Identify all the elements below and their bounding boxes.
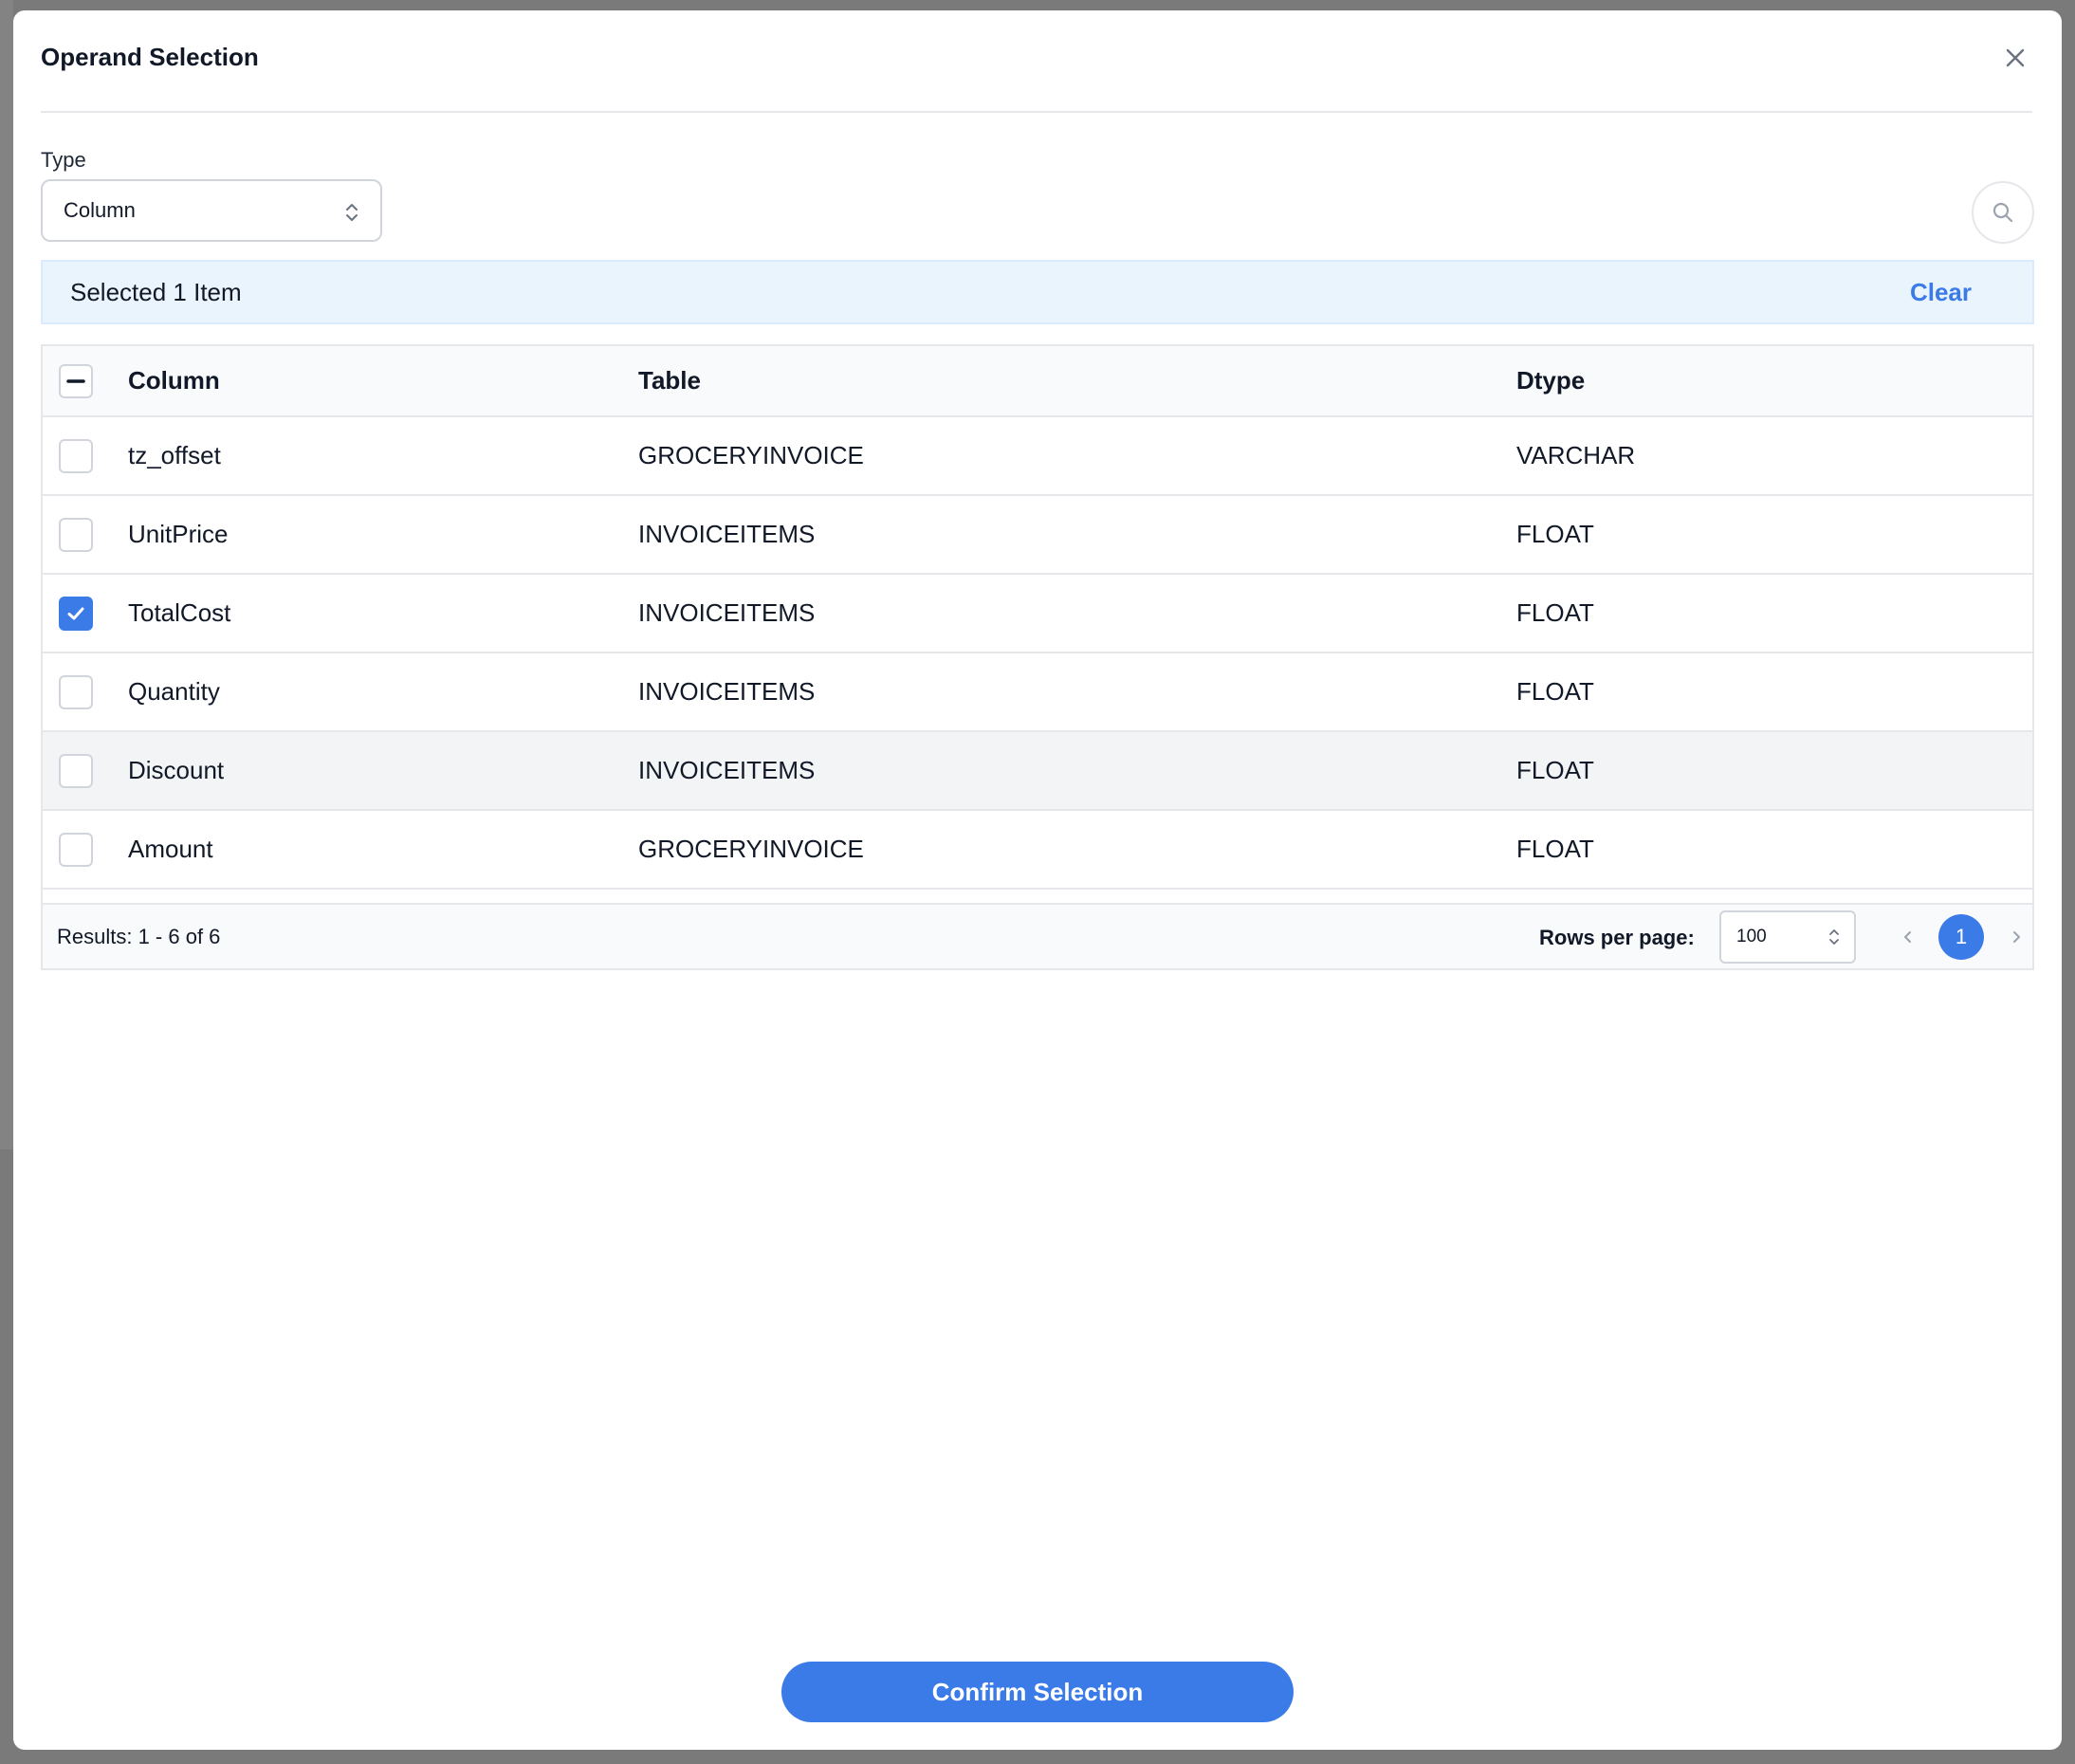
columns-table: Column Table Dtype tz_offset GROCERYINVO… <box>41 344 2034 970</box>
table-header-row: Column Table Dtype <box>43 346 2032 417</box>
table-row[interactable]: UnitPrice INVOICEITEMS FLOAT <box>43 495 2032 574</box>
clear-button[interactable]: Clear <box>1910 278 1972 307</box>
minus-icon <box>66 378 85 383</box>
cell-column: TotalCost <box>128 598 231 627</box>
table-row[interactable]: Amount GROCERYINVOICE FLOAT <box>43 810 2032 889</box>
cell-table: GROCERYINVOICE <box>638 835 864 863</box>
cell-column: UnitPrice <box>128 520 229 548</box>
cell-dtype: FLOAT <box>1516 756 1594 784</box>
chevron-left-icon <box>1904 931 1911 943</box>
cell-dtype: FLOAT <box>1516 520 1594 548</box>
row-checkbox[interactable] <box>59 832 93 867</box>
row-checkbox[interactable] <box>59 674 93 709</box>
table-row[interactable]: Discount INVOICEITEMS FLOAT <box>43 731 2032 810</box>
close-button[interactable] <box>1998 41 2032 75</box>
cell-dtype: FLOAT <box>1516 677 1594 706</box>
cell-column: Quantity <box>128 677 220 706</box>
chevron-right-icon <box>2013 931 2020 943</box>
search-button[interactable] <box>1972 181 2034 244</box>
cell-table: GROCERYINVOICE <box>638 441 864 469</box>
cell-dtype: FLOAT <box>1516 835 1594 863</box>
cell-table: INVOICEITEMS <box>638 677 816 706</box>
check-icon <box>67 607 84 619</box>
results-count: Results: 1 - 6 of 6 <box>57 924 221 948</box>
cell-column: tz_offset <box>128 441 221 469</box>
type-label: Type <box>41 148 86 172</box>
rows-per-page-select[interactable]: 100 <box>1719 910 1856 964</box>
background-strip <box>0 0 13 1149</box>
header-dtype[interactable]: Dtype <box>1516 346 2032 417</box>
rows-per-page-label: Rows per page: <box>1539 926 1695 949</box>
page-button-1[interactable]: 1 <box>1938 914 1984 960</box>
table-row[interactable]: Quantity INVOICEITEMS FLOAT <box>43 652 2032 731</box>
pagination-bar: Results: 1 - 6 of 6 Rows per page: 100 1 <box>41 903 2034 970</box>
table-row[interactable]: tz_offset GROCERYINVOICE VARCHAR <box>43 416 2032 495</box>
close-icon <box>2006 48 2025 67</box>
previous-page-button[interactable] <box>1885 914 1931 960</box>
table-row[interactable]: TotalCost INVOICEITEMS FLOAT <box>43 574 2032 652</box>
chevron-updown-icon <box>346 204 358 221</box>
cell-column: Amount <box>128 835 213 863</box>
selection-bar: Selected 1 Item Clear <box>41 260 2034 324</box>
operand-selection-modal: Operand Selection Type Column Selected 1… <box>13 10 2062 1750</box>
next-page-button[interactable] <box>1993 914 2039 960</box>
cell-dtype: VARCHAR <box>1516 441 1636 469</box>
row-checkbox[interactable] <box>59 753 93 788</box>
modal-title: Operand Selection <box>41 43 259 71</box>
type-select-value: Column <box>64 198 136 222</box>
row-checkbox[interactable] <box>59 438 93 473</box>
cell-table: INVOICEITEMS <box>638 756 816 784</box>
cell-table: INVOICEITEMS <box>638 520 816 548</box>
select-all-checkbox[interactable] <box>59 363 93 398</box>
header-column[interactable]: Column <box>128 346 638 417</box>
confirm-selection-button[interactable]: Confirm Selection <box>781 1662 1294 1722</box>
row-checkbox[interactable] <box>59 517 93 552</box>
cell-column: Discount <box>128 756 225 784</box>
chevron-updown-icon <box>1829 929 1839 945</box>
selection-count: Selected 1 Item <box>70 277 242 306</box>
row-checkbox[interactable] <box>59 596 93 631</box>
type-select[interactable]: Column <box>41 179 382 242</box>
rows-per-page-value: 100 <box>1736 927 1767 946</box>
cell-table: INVOICEITEMS <box>638 598 816 627</box>
modal-header: Operand Selection <box>41 10 2032 113</box>
header-table[interactable]: Table <box>638 346 1516 417</box>
cell-dtype: FLOAT <box>1516 598 1594 627</box>
search-icon <box>1992 202 2013 223</box>
